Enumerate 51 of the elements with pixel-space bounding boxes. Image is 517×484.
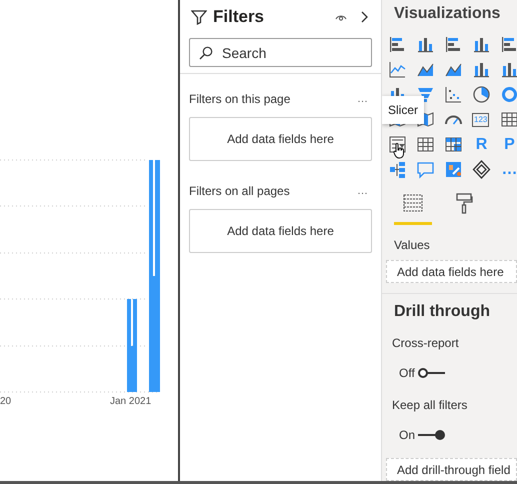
line-chart-icon[interactable]: [388, 60, 407, 79]
pie-chart-icon[interactable]: [472, 85, 491, 104]
hand-cursor-icon: [393, 143, 405, 159]
card-visual-button[interactable]: 123: [472, 112, 490, 126]
toggle-switch[interactable]: [418, 368, 445, 378]
drop-zone: Add data fields here: [189, 209, 372, 253]
table-chart-icon[interactable]: [500, 110, 517, 129]
columns-chart-icon[interactable]: [472, 60, 491, 79]
bars-chart-icon[interactable]: [388, 35, 407, 54]
toggle-state: On: [399, 427, 416, 444]
visual-type-button[interactable]: …: [500, 160, 517, 179]
search-icon: [199, 46, 213, 60]
filter-icon: [191, 9, 207, 25]
columns-chart-icon[interactable]: [416, 35, 435, 54]
visual-type-button[interactable]: P: [500, 135, 517, 154]
drop-zone: Add data fields here: [189, 117, 372, 161]
axis-label: Jan 2021: [110, 395, 152, 409]
diamond-chart-icon[interactable]: [472, 160, 491, 179]
matrix-chart-icon[interactable]: [444, 135, 463, 154]
more-options-button[interactable]: …: [357, 186, 368, 196]
visual-type-button[interactable]: R: [472, 135, 491, 154]
chevron-right-icon[interactable]: [361, 11, 369, 23]
columns-chart-icon[interactable]: [500, 60, 517, 79]
tooltip: Slicer: [382, 96, 424, 124]
toggle-label: Cross-report: [391, 335, 460, 352]
scatter-chart-icon[interactable]: [444, 85, 463, 104]
drop-zone: Add drill-through field: [386, 458, 517, 481]
bars-chart-icon[interactable]: [444, 35, 463, 54]
pane-title: Visualizations: [393, 4, 502, 24]
toggle-label: Keep all filters: [391, 397, 468, 414]
bars-chart-icon[interactable]: [500, 35, 517, 54]
columns-chart-icon[interactable]: [472, 35, 491, 54]
funnel-chart-icon[interactable]: [416, 85, 435, 104]
toggle-switch[interactable]: [418, 430, 446, 440]
section-title: Filters on this page: [189, 91, 290, 108]
axis-label: 20: [0, 395, 12, 409]
more-options-button[interactable]: …: [357, 94, 368, 104]
app-chart-icon[interactable]: [444, 160, 463, 179]
drop-zone: Add data fields here: [386, 260, 517, 283]
table-chart-icon[interactable]: [416, 135, 435, 154]
tree-chart-icon[interactable]: [388, 160, 407, 179]
field-well-label: Values: [393, 237, 431, 254]
section-title: Filters on all pages: [189, 183, 290, 200]
search-field[interactable]: Search: [189, 38, 372, 67]
section-title: Drill through: [393, 302, 491, 322]
comment-chart-icon[interactable]: [416, 160, 435, 179]
pane-title: Filters: [213, 6, 266, 28]
slicer-chart-icon[interactable]: [388, 135, 407, 154]
toggle-state: Off: [399, 365, 415, 382]
fields-icon: [402, 192, 424, 214]
donut-chart-icon[interactable]: [500, 85, 517, 104]
